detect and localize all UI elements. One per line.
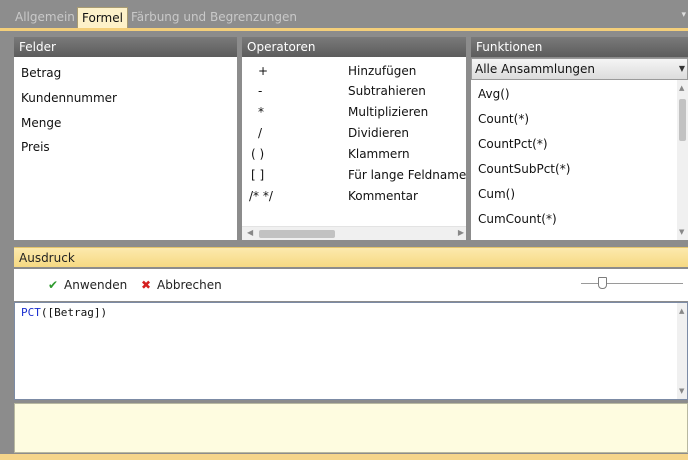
- function-category-value: Alle Ansammlungen: [475, 62, 596, 76]
- operator-item-long-fieldnames[interactable]: Für lange Feldnamen: [348, 168, 466, 182]
- funktionen-list: Avg() Count(*) CountPct(*) CountSubPct(*…: [471, 80, 688, 240]
- code-arguments: ([Betrag]): [40, 306, 108, 319]
- scroll-right-icon[interactable]: ▶: [458, 228, 464, 237]
- tab-formel[interactable]: Formel: [77, 7, 128, 28]
- operator-symbol: [ ]: [251, 168, 265, 182]
- operator-symbol: ( ): [251, 147, 265, 161]
- editor-vscrollbar[interactable]: ▲ ▼: [677, 303, 687, 399]
- tab-faerbung[interactable]: Färbung und Begrenzungen: [127, 7, 301, 28]
- expression-code[interactable]: PCT([Betrag]): [21, 306, 107, 319]
- field-item-preis[interactable]: Preis: [21, 140, 50, 154]
- zoom-slider-track[interactable]: [581, 283, 683, 284]
- operator-item-brackets[interactable]: Klammern: [348, 147, 410, 161]
- cancel-label: Abbrechen: [157, 278, 222, 292]
- operator-item-add[interactable]: Hinzufügen: [348, 64, 416, 78]
- scroll-thumb[interactable]: [259, 230, 335, 238]
- function-item-cum[interactable]: Cum(): [478, 187, 515, 201]
- zoom-slider-thumb[interactable]: [598, 277, 607, 289]
- field-item-kundennummer[interactable]: Kundennummer: [21, 91, 117, 105]
- operator-symbol: /* */: [249, 189, 273, 203]
- operator-item-multiply[interactable]: Multiplizieren: [348, 105, 428, 119]
- expression-editor[interactable]: PCT([Betrag]) ▲ ▼: [14, 302, 688, 400]
- tab-allgemein[interactable]: Allgemein: [11, 7, 79, 28]
- operatoren-hscrollbar[interactable]: ◀ ▶: [242, 226, 466, 240]
- checkmark-icon: ✔: [47, 278, 59, 292]
- scroll-up-icon[interactable]: ▲: [679, 84, 684, 92]
- apply-label: Anwenden: [64, 278, 128, 292]
- bottom-accent-bar: [0, 454, 688, 460]
- code-keyword: PCT: [21, 306, 41, 319]
- tab-overflow-icon[interactable]: ▾: [681, 10, 686, 20]
- scroll-thumb[interactable]: [679, 99, 686, 141]
- scroll-left-icon[interactable]: ◀: [247, 228, 253, 237]
- tab-bar: Allgemein Formel Färbung und Begrenzunge…: [0, 0, 688, 31]
- function-item-cumcount[interactable]: CumCount(*): [478, 212, 557, 226]
- function-category-select[interactable]: Alle Ansammlungen ▼: [471, 58, 688, 80]
- operator-symbol: -: [258, 84, 263, 98]
- function-item-countpct[interactable]: CountPct(*): [478, 137, 548, 151]
- operatoren-header: Operatoren: [242, 37, 466, 57]
- funktionen-vscrollbar[interactable]: ▲ ▼: [677, 80, 688, 240]
- operatoren-list: + Hinzufügen - Subtrahieren * Multiplizi…: [242, 57, 466, 240]
- function-item-count[interactable]: Count(*): [478, 112, 529, 126]
- operator-item-divide[interactable]: Dividieren: [348, 126, 409, 140]
- operator-symbol: /: [258, 126, 263, 140]
- felder-list: Betrag Kundennummer Menge Preis: [14, 57, 237, 240]
- felder-header: Felder: [14, 37, 237, 57]
- status-area: [14, 403, 688, 453]
- apply-button[interactable]: ✔ Anwenden: [46, 277, 127, 293]
- function-item-countsubpct[interactable]: CountSubPct(*): [478, 162, 570, 176]
- scroll-up-icon[interactable]: ▲: [679, 307, 684, 315]
- cross-icon: ✖: [140, 278, 152, 292]
- scroll-down-icon[interactable]: ▼: [679, 387, 684, 395]
- operator-symbol: +: [258, 64, 269, 78]
- function-item-avg[interactable]: Avg(): [478, 87, 510, 101]
- operator-item-comment[interactable]: Kommentar: [348, 189, 418, 203]
- ausdruck-header: Ausdruck: [14, 247, 688, 267]
- funktionen-header: Funktionen: [471, 37, 688, 57]
- field-item-menge[interactable]: Menge: [21, 116, 61, 130]
- cancel-button[interactable]: ✖ Abbrechen: [139, 277, 222, 293]
- operator-item-subtract[interactable]: Subtrahieren: [348, 84, 426, 98]
- expression-toolbar: ✔ Anwenden ✖ Abbrechen: [14, 269, 688, 301]
- chevron-down-icon[interactable]: ▼: [679, 59, 685, 79]
- operator-symbol: *: [258, 105, 264, 119]
- scroll-down-icon[interactable]: ▼: [679, 228, 684, 236]
- field-item-betrag[interactable]: Betrag: [21, 66, 61, 80]
